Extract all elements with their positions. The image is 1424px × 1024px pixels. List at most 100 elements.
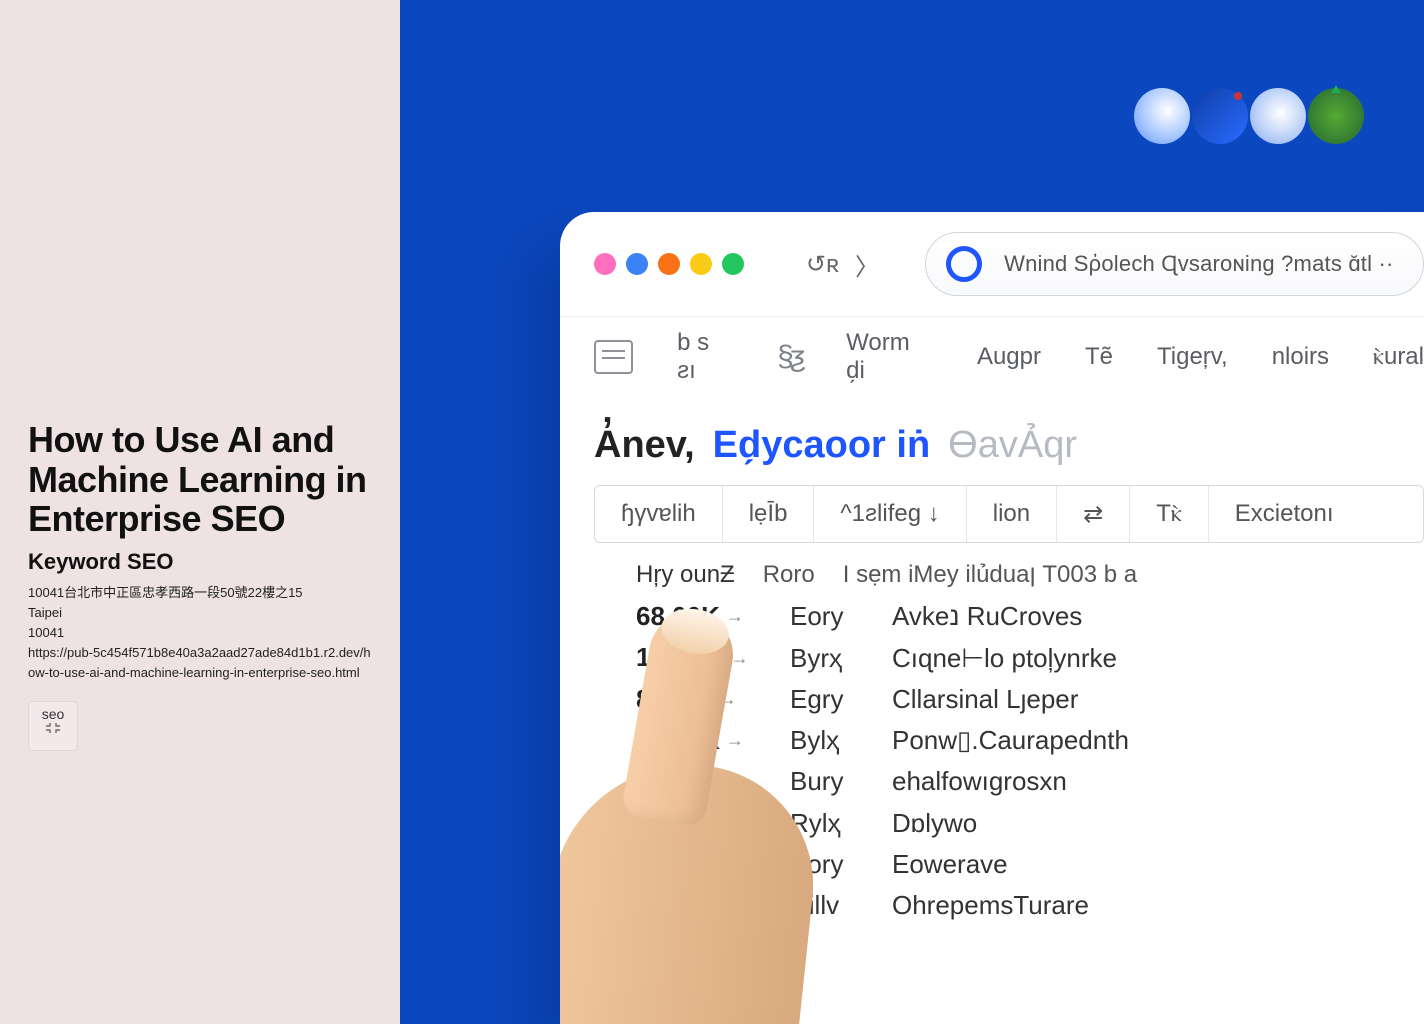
dot-icon (626, 253, 648, 275)
arrow-icon: → (726, 606, 744, 627)
row-metric: 32 00K (636, 849, 720, 880)
arrow-icon: → (719, 689, 737, 710)
result-row[interactable]: 8Ŀ 00K → (636, 931, 1424, 962)
browser-chrome: ↺ʀ 〉 Wnind Sῤolech Ɋvsaroɴing ?mats ɑ̆tl… (560, 212, 1424, 316)
col-head: Hŗy ounƵ (636, 561, 735, 589)
page-title: How to Use AI and Machine Learning in En… (28, 420, 372, 539)
page-subtitle: Keyword SEO (28, 549, 372, 575)
headline-pre: A̓nev, (594, 424, 695, 467)
arrow-icon: → (726, 895, 744, 916)
logo-orb (1308, 88, 1364, 144)
row-col3: Ponw▯.Caurapednth (892, 725, 1129, 756)
meta-block: 10041台北市中正區忠孝西路一段50號22樓之15 Taipei 10041 … (28, 583, 372, 684)
meta-line: https://pub-5c454f571b8e40a3a2aad27ade84… (28, 643, 372, 683)
row-col2: Bylҳ (790, 725, 862, 756)
row-col2: Bury (790, 766, 862, 797)
result-headline: A̓nev, Ed̗ycaoor iṅ ƟavẢqr (560, 396, 1424, 477)
info-sidebar: How to Use AI and Machine Learning in En… (0, 0, 400, 1024)
meta-line: 10041 (28, 623, 372, 643)
row-metric: 8Ŀ 00K (636, 931, 721, 962)
tab[interactable]: Worm d̗i (846, 329, 933, 385)
filter-chip[interactable]: lẹĪb (722, 486, 814, 542)
result-rows: 68 00K→EoryAvkeנ RuCroves 1.3 00Ⲕ→ByrҳCı… (636, 601, 1424, 962)
row-metric: 1.3 00Ⲕ (636, 642, 725, 674)
row-col3: ehalfowıgrosxn (892, 766, 1067, 797)
tag-label: seo (42, 706, 65, 722)
headline-blue: Ed̗ycaoor iṅ (713, 424, 931, 467)
arrow-icon: → (726, 771, 744, 792)
expand-icon (45, 722, 61, 734)
filter-chip[interactable]: Excietonı (1208, 486, 1360, 542)
tab[interactable]: nloirs (1272, 343, 1329, 371)
grid-icon[interactable] (594, 340, 633, 374)
hero-stage: ↺ʀ 〉 Wnind Sῤolech Ɋvsaroɴing ?mats ɑ̆tl… (400, 0, 1424, 1024)
logo-orb (1192, 88, 1248, 144)
headline-grey: ƟavẢqr (948, 424, 1077, 467)
logo-orb (1134, 88, 1190, 144)
window-dots (594, 253, 744, 275)
result-row[interactable]: 32 00K → Bory Eowerave (636, 849, 1424, 880)
row-metric: 80 00K (636, 890, 720, 921)
arrow-icon: → (727, 936, 745, 957)
tab[interactable]: Tigeŗv, (1157, 343, 1228, 371)
row-col3: Cıɋne⊢lo ptoļynrke (892, 643, 1117, 674)
filter-bar[interactable]: ɧγvɐlih lẹĪb ^1ƨlifeg ↓ lion ⇄ Tⲕ̀ Excie… (594, 485, 1424, 543)
address-bar[interactable]: Wnind Sῤolech Ɋvsaroɴing ?mats ɑ̆tl ·· (925, 232, 1424, 296)
row-col2: Bory (790, 849, 862, 880)
row-col2: Egry (790, 684, 862, 715)
result-row[interactable]: 80 00K → Nillv OhrepemsTurare (636, 890, 1424, 921)
row-col3: Dɒlywo (892, 808, 977, 839)
meta-line: Taipei (28, 603, 372, 623)
row-col3: Eowerave (892, 849, 1008, 880)
row-col3: Avkeנ RuCroves (892, 601, 1082, 632)
row-metric: 17 00Ⲕ̗ (636, 807, 717, 839)
arrow-icon: → (726, 730, 744, 751)
arrow-icon: → (731, 648, 749, 669)
tab[interactable]: Augpr (977, 343, 1041, 371)
row-col2: Rylҳ (790, 808, 862, 839)
tab-strip[interactable]: b s ƨı §ƺ Worm d̗i Augpr Tẽ Tigeŗv, nloi… (560, 316, 1424, 396)
result-row[interactable]: 68 00K → Eory Avkeנ RuCroves (636, 601, 1424, 632)
column-header-row: Hŗy ounƵ Roro I sẹm iMey ilủduaן T003 b … (636, 561, 1424, 589)
row-col3: OhrepemsTurare (892, 890, 1089, 921)
reload-icon[interactable]: ↺ʀ (806, 250, 839, 279)
logo-orb (1250, 88, 1306, 144)
dot-icon (594, 253, 616, 275)
row-metric: 68 00K (636, 601, 720, 632)
dot-icon (690, 253, 712, 275)
row-metric: 8̔2 00K (636, 766, 720, 797)
filter-chip[interactable]: ⇄ (1056, 486, 1129, 542)
logo-strip (1134, 88, 1364, 144)
browser-window: ↺ʀ 〉 Wnind Sῤolech Ɋvsaroɴing ?mats ɑ̆tl… (560, 212, 1424, 1024)
result-row[interactable]: 80 00K → Bylҳ Ponw▯.Caurapednth (636, 725, 1424, 756)
forward-icon[interactable]: 〉 (855, 247, 879, 282)
address-text: Wnind Sῤolech Ɋvsaroɴing ?mats ɑ̆tl ·· (1004, 251, 1393, 277)
col-head: Roro (763, 561, 815, 589)
switch-icon: ⇄ (1083, 500, 1103, 529)
result-row[interactable]: 1.3 00Ⲕ → Byrҳ Cıɋne⊢lo ptoļynrke (636, 642, 1424, 674)
row-col2: Byrҳ (790, 643, 862, 674)
arrow-icon: → (723, 813, 741, 834)
filter-chip[interactable]: Tⲕ̀ (1129, 486, 1208, 542)
filter-chip[interactable]: lion (966, 486, 1056, 542)
tab[interactable]: b s ƨı (677, 329, 733, 385)
loading-ring-icon (946, 246, 982, 282)
filter-chip[interactable]: ɧγvɐlih (595, 486, 722, 542)
result-row[interactable]: 8̔2 00K → Bury ehalfowıgrosxn (636, 766, 1424, 797)
squiggle-icon: §ƺ (777, 340, 802, 374)
nav-buttons[interactable]: ↺ʀ 〉 (806, 247, 879, 282)
row-col2: Nillv (790, 890, 862, 921)
tab[interactable]: Tẽ (1085, 343, 1113, 371)
row-metric: 80 00K (636, 725, 720, 756)
arrow-icon: → (726, 854, 744, 875)
dot-icon (658, 253, 680, 275)
col-head: I sẹm iMey ilủduaן T003 b a (843, 561, 1137, 589)
tab[interactable]: ⲕ̀ural (1373, 343, 1424, 371)
filter-chip[interactable]: ^1ƨlifeg ↓ (813, 486, 965, 542)
result-row[interactable]: 8I 00K → Egry Cllarsinal Lȷeper (636, 684, 1424, 715)
tag-chip: seo (28, 701, 78, 751)
row-col3: Cllarsinal Lȷeper (892, 684, 1078, 715)
result-row[interactable]: 17 00Ⲕ̗ → Rylҳ Dɒlywo (636, 807, 1424, 839)
row-metric: 8I 00K (636, 684, 713, 715)
row-col2: Eory (790, 601, 862, 632)
